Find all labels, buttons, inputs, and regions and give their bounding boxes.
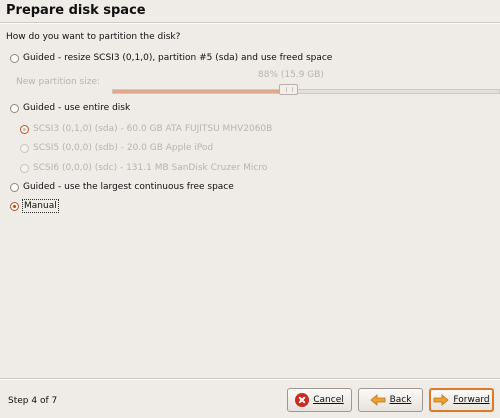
new-partition-size-value: 88% (15.9 GB) — [258, 70, 324, 80]
header-divider — [0, 22, 500, 24]
option-manual[interactable]: Manual — [10, 199, 59, 213]
page-title: Prepare disk space — [6, 3, 146, 18]
partition-size-slider[interactable] — [112, 89, 500, 94]
forward-button[interactable]: Forward — [429, 388, 494, 412]
back-button-label: Back — [389, 395, 412, 405]
partition-size-slider-fill — [113, 90, 284, 93]
disk-option-sdc[interactable]: SCSI6 (0,0,0) (sdc) - 131.1 MB SanDisk C… — [20, 162, 267, 174]
radio-guided-largest-free[interactable] — [10, 182, 19, 192]
cancel-button[interactable]: Cancel — [287, 388, 352, 412]
option-guided-entire-disk-label: Guided - use entire disk — [23, 103, 131, 113]
option-guided-entire-disk[interactable]: Guided - use entire disk — [10, 102, 130, 114]
new-partition-size-label: New partition size: — [16, 77, 101, 87]
disk-option-sdc-label: SCSI6 (0,0,0) (sdc) - 131.1 MB SanDisk C… — [33, 163, 268, 173]
disk-option-sdb[interactable]: SCSI5 (0,0,0) (sdb) - 20.0 GB Apple iPod — [20, 142, 213, 154]
radio-manual[interactable] — [10, 201, 19, 211]
forward-button-label: Forward — [453, 395, 490, 405]
back-button[interactable]: Back — [358, 388, 423, 412]
forward-arrow-icon — [434, 394, 450, 406]
radio-disk-sda[interactable] — [20, 124, 29, 134]
option-manual-label: Manual — [22, 199, 59, 213]
radio-disk-sdc[interactable] — [20, 163, 29, 173]
option-guided-resize[interactable]: Guided - resize SCSI3 (0,1,0), partition… — [10, 52, 332, 64]
radio-disk-sdb[interactable] — [20, 143, 29, 153]
disk-option-sda[interactable]: SCSI3 (0,1,0) (sda) - 60.0 GB ATA FUJITS… — [20, 123, 272, 135]
option-guided-resize-label: Guided - resize SCSI3 (0,1,0), partition… — [23, 53, 333, 63]
option-guided-largest-free-label: Guided - use the largest continuous free… — [23, 182, 234, 192]
radio-guided-entire-disk[interactable] — [10, 103, 19, 113]
cancel-icon — [295, 393, 310, 407]
option-guided-largest-free[interactable]: Guided - use the largest continuous free… — [10, 181, 234, 193]
partition-size-slider-handle[interactable] — [279, 84, 298, 95]
disk-option-sdb-label: SCSI5 (0,0,0) (sdb) - 20.0 GB Apple iPod — [33, 143, 214, 153]
footer-divider — [0, 378, 500, 380]
partition-question: How do you want to partition the disk? — [6, 32, 181, 42]
disk-option-sda-label: SCSI3 (0,1,0) (sda) - 60.0 GB ATA FUJITS… — [33, 124, 273, 134]
step-indicator: Step 4 of 7 — [8, 396, 58, 406]
cancel-button-label: Cancel — [313, 395, 344, 405]
radio-guided-resize[interactable] — [10, 53, 19, 63]
back-arrow-icon — [369, 394, 385, 406]
